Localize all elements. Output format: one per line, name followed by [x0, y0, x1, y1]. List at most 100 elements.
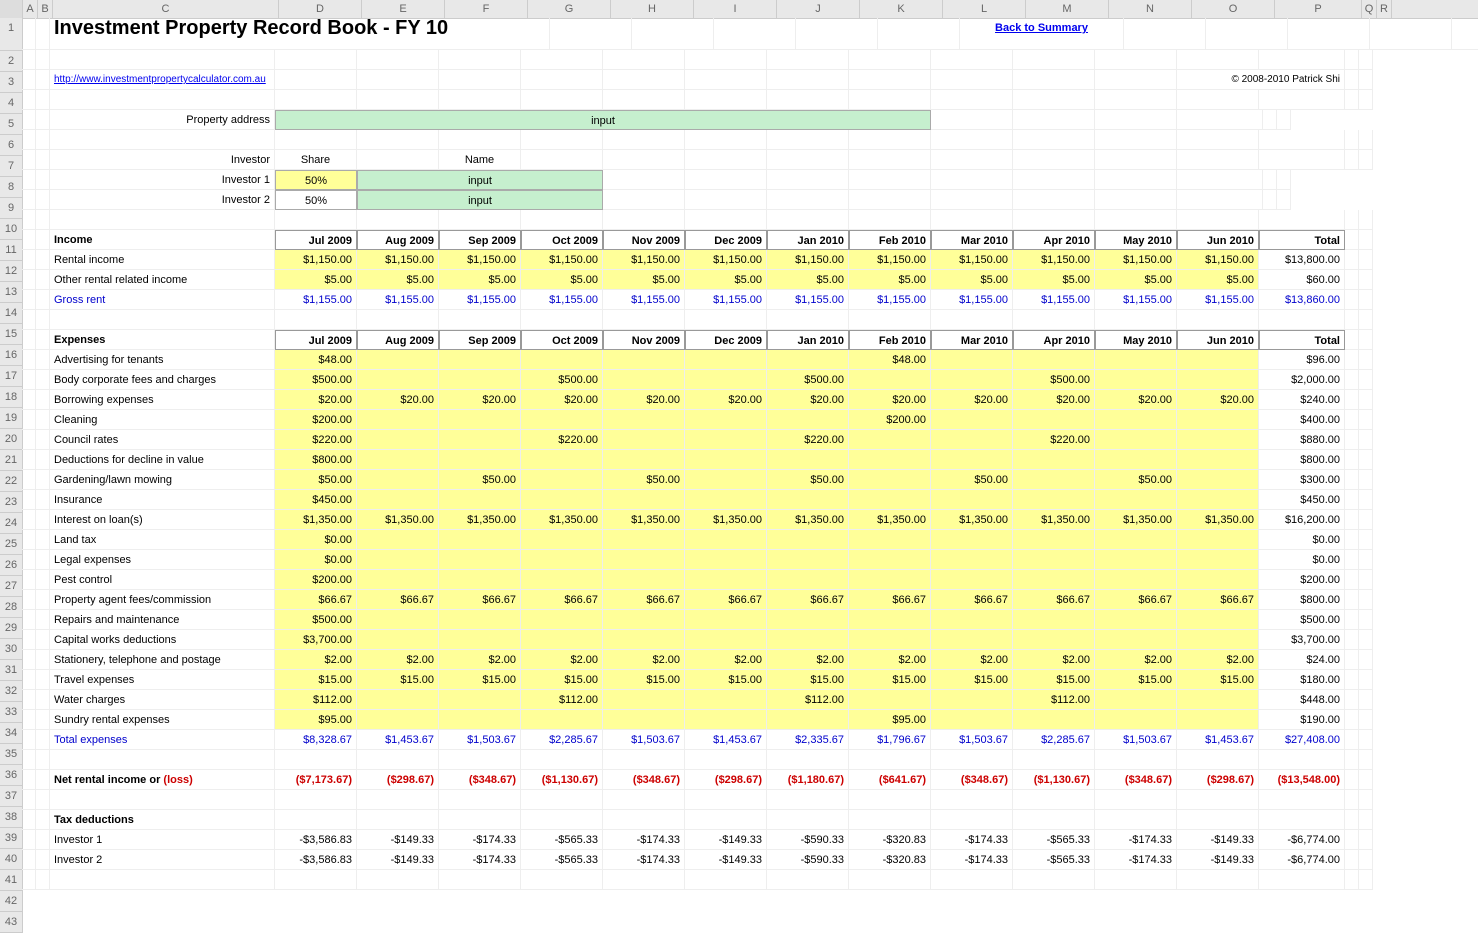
expense-9-val[interactable]	[521, 530, 603, 550]
other-income-val[interactable]: $5.00	[1013, 270, 1095, 290]
expense-13-val[interactable]	[1177, 610, 1259, 630]
expense-2-val[interactable]: $20.00	[931, 390, 1013, 410]
expense-3-val[interactable]	[357, 410, 439, 430]
month-header[interactable]: Sep 2009	[439, 330, 521, 350]
expense-2-val[interactable]: $20.00	[767, 390, 849, 410]
month-header[interactable]: May 2010	[1095, 230, 1177, 250]
month-header[interactable]: Mar 2010	[931, 330, 1013, 350]
net-val[interactable]: ($7,173.67)	[275, 770, 357, 790]
total-expenses-val[interactable]: $2,335.67	[767, 730, 849, 750]
expense-5-val[interactable]	[521, 450, 603, 470]
tax-investor2-val[interactable]: -$174.33	[603, 850, 685, 870]
expense-12-val[interactable]: $66.67	[1177, 590, 1259, 610]
tax-investor1-val[interactable]: -$149.33	[357, 830, 439, 850]
expense-0-val[interactable]	[521, 350, 603, 370]
expense-14-val[interactable]	[767, 630, 849, 650]
net-val[interactable]: ($1,130.67)	[521, 770, 603, 790]
expenses-section-label[interactable]: Expenses	[50, 330, 275, 350]
expense-12-total[interactable]: $800.00	[1259, 590, 1345, 610]
expense-0-val[interactable]	[357, 350, 439, 370]
tax-investor2-val[interactable]: -$565.33	[521, 850, 603, 870]
tax-investor1-val[interactable]: -$174.33	[603, 830, 685, 850]
expense-11-val[interactable]	[439, 570, 521, 590]
expense-14-label[interactable]: Capital works deductions	[50, 630, 275, 650]
expense-8-total[interactable]: $16,200.00	[1259, 510, 1345, 530]
expense-4-val[interactable]	[849, 430, 931, 450]
expense-13-val[interactable]	[521, 610, 603, 630]
expense-11-val[interactable]	[849, 570, 931, 590]
expense-14-val[interactable]	[849, 630, 931, 650]
expense-8-val[interactable]: $1,350.00	[603, 510, 685, 530]
tax-investor2-val[interactable]: -$3,586.83	[275, 850, 357, 870]
expense-14-val[interactable]	[685, 630, 767, 650]
copyright[interactable]: © 2008-2010 Patrick Shi	[1177, 70, 1345, 90]
tax-investor1-val[interactable]: -$149.33	[1177, 830, 1259, 850]
expense-15-val[interactable]: $2.00	[767, 650, 849, 670]
expense-6-val[interactable]: $50.00	[275, 470, 357, 490]
expense-2-val[interactable]: $20.00	[275, 390, 357, 410]
other-income-val[interactable]: $5.00	[357, 270, 439, 290]
tax-investor2-val[interactable]: -$174.33	[931, 850, 1013, 870]
expense-6-val[interactable]	[1013, 470, 1095, 490]
expense-8-val[interactable]: $1,350.00	[685, 510, 767, 530]
total-expenses-val[interactable]: $1,503.67	[603, 730, 685, 750]
expense-12-val[interactable]: $66.67	[685, 590, 767, 610]
expense-7-val[interactable]	[1095, 490, 1177, 510]
rental-income-val[interactable]: $1,150.00	[685, 250, 767, 270]
expense-9-label[interactable]: Land tax	[50, 530, 275, 550]
expense-17-val[interactable]	[1177, 690, 1259, 710]
expense-9-val[interactable]	[849, 530, 931, 550]
share-header[interactable]: Share	[275, 150, 357, 170]
expense-7-val[interactable]	[1013, 490, 1095, 510]
month-header[interactable]: May 2010	[1095, 330, 1177, 350]
tax-investor1-val[interactable]: -$174.33	[1095, 830, 1177, 850]
rental-income-val[interactable]: $1,150.00	[1177, 250, 1259, 270]
rental-income-val[interactable]: $1,150.00	[603, 250, 685, 270]
month-header[interactable]: Oct 2009	[521, 330, 603, 350]
expense-9-val[interactable]	[931, 530, 1013, 550]
expense-15-val[interactable]: $2.00	[685, 650, 767, 670]
expense-1-val[interactable]	[439, 370, 521, 390]
net-val[interactable]: ($298.67)	[685, 770, 767, 790]
expense-14-val[interactable]	[603, 630, 685, 650]
investor1-label[interactable]: Investor 1	[50, 170, 275, 190]
expense-17-val[interactable]	[357, 690, 439, 710]
expense-2-val[interactable]: $20.00	[439, 390, 521, 410]
expense-9-val[interactable]	[1177, 530, 1259, 550]
tax-investor1-val[interactable]: -$149.33	[685, 830, 767, 850]
expense-3-val[interactable]	[1177, 410, 1259, 430]
gross-rent-total[interactable]: $13,860.00	[1259, 290, 1345, 310]
expense-11-val[interactable]	[1013, 570, 1095, 590]
expense-8-val[interactable]: $1,350.00	[1013, 510, 1095, 530]
expense-1-total[interactable]: $2,000.00	[1259, 370, 1345, 390]
expense-15-val[interactable]: $2.00	[1177, 650, 1259, 670]
expense-5-val[interactable]	[357, 450, 439, 470]
investor2-share[interactable]: 50%	[275, 190, 357, 210]
month-header[interactable]: Aug 2009	[357, 330, 439, 350]
expense-18-val[interactable]	[357, 710, 439, 730]
expense-3-val[interactable]	[1095, 410, 1177, 430]
expense-9-val[interactable]	[1095, 530, 1177, 550]
tax-investor2-val[interactable]: -$320.83	[849, 850, 931, 870]
rental-income-val[interactable]: $1,150.00	[357, 250, 439, 270]
other-income-label[interactable]: Other rental related income	[50, 270, 275, 290]
expense-10-val[interactable]	[685, 550, 767, 570]
rental-income-val[interactable]: $1,150.00	[439, 250, 521, 270]
other-income-val[interactable]: $5.00	[603, 270, 685, 290]
expense-7-val[interactable]: $450.00	[275, 490, 357, 510]
expense-11-total[interactable]: $200.00	[1259, 570, 1345, 590]
expense-5-val[interactable]	[685, 450, 767, 470]
expense-1-val[interactable]	[931, 370, 1013, 390]
tax-investor1-val[interactable]: -$320.83	[849, 830, 931, 850]
expense-4-val[interactable]: $220.00	[767, 430, 849, 450]
expense-8-val[interactable]: $1,350.00	[849, 510, 931, 530]
expense-12-val[interactable]: $66.67	[357, 590, 439, 610]
expense-9-val[interactable]	[1013, 530, 1095, 550]
expense-4-val[interactable]	[439, 430, 521, 450]
expense-8-val[interactable]: $1,350.00	[275, 510, 357, 530]
month-header[interactable]: Feb 2010	[849, 330, 931, 350]
expense-18-val[interactable]: $95.00	[849, 710, 931, 730]
expense-10-label[interactable]: Legal expenses	[50, 550, 275, 570]
expense-4-total[interactable]: $880.00	[1259, 430, 1345, 450]
gross-rent-label[interactable]: Gross rent	[50, 290, 275, 310]
